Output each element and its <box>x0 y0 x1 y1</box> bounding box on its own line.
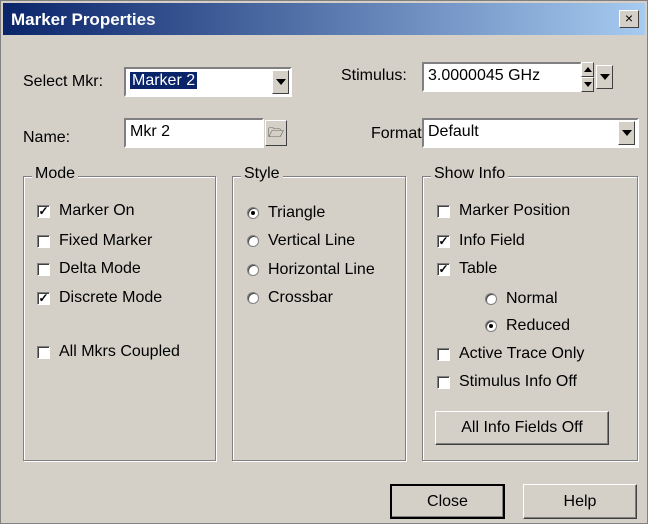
select-mkr-dropdown[interactable]: Marker 2 <box>124 67 292 97</box>
stimulus-chevron-down-icon[interactable] <box>596 65 613 89</box>
format-chevron-down-icon[interactable] <box>618 121 635 145</box>
checkbox-unchecked[interactable] <box>37 234 50 248</box>
stimulus-spinner[interactable] <box>581 62 594 92</box>
close-button[interactable]: Close <box>390 484 505 519</box>
checkbox-unchecked[interactable] <box>437 347 450 361</box>
checkbox-fixed-marker[interactable]: Fixed Marker <box>37 232 152 250</box>
spinner-down-icon[interactable] <box>581 77 594 92</box>
help-button[interactable]: Help <box>523 484 637 519</box>
checkbox-unchecked[interactable] <box>437 204 450 218</box>
spinner-up-icon[interactable] <box>581 62 594 77</box>
checkbox-checked[interactable]: ✓ <box>437 262 450 276</box>
checkbox-marker-on[interactable]: ✓ Marker On <box>37 202 135 220</box>
style-group-title: Style <box>241 165 283 183</box>
radio-triangle[interactable]: Triangle <box>247 204 325 222</box>
name-label: Name: <box>23 129 71 146</box>
stimulus-label: Stimulus: <box>341 67 407 84</box>
format-dropdown[interactable]: Default <box>422 118 639 148</box>
folder-icon[interactable]: 🗁 <box>265 120 287 146</box>
radio-horizontal-line[interactable]: Horizontal Line <box>247 261 375 279</box>
radio-reduced[interactable]: Reduced <box>485 317 570 335</box>
select-mkr-chevron-down-icon[interactable] <box>272 70 289 94</box>
checkbox-checked[interactable]: ✓ <box>37 204 50 218</box>
checkbox-checked[interactable]: ✓ <box>37 291 50 305</box>
checkbox-checked[interactable]: ✓ <box>437 234 450 248</box>
checkbox-unchecked[interactable] <box>437 375 450 389</box>
checkbox-table[interactable]: ✓ Table <box>437 260 497 278</box>
select-mkr-label: Select Mkr: <box>23 73 104 90</box>
name-input[interactable]: Mkr 2 <box>124 118 264 148</box>
checkbox-stimulus-info-off[interactable]: Stimulus Info Off <box>437 373 577 391</box>
checkbox-active-trace-only[interactable]: Active Trace Only <box>437 345 584 363</box>
radio-unselected[interactable] <box>247 264 259 276</box>
show-info-group-title: Show Info <box>431 165 509 183</box>
checkbox-marker-position[interactable]: Marker Position <box>437 202 570 220</box>
checkbox-delta-mode[interactable]: Delta Mode <box>37 260 141 278</box>
radio-crossbar[interactable]: Crossbar <box>247 289 333 307</box>
checkbox-unchecked[interactable] <box>37 345 50 359</box>
stimulus-input[interactable]: 3.0000045 GHz <box>422 62 582 92</box>
window-title: Marker Properties <box>11 10 156 29</box>
checkbox-unchecked[interactable] <box>37 262 50 276</box>
checkbox-discrete-mode[interactable]: ✓ Discrete Mode <box>37 289 162 307</box>
radio-unselected[interactable] <box>247 292 259 304</box>
marker-properties-dialog: Marker Properties × Select Mkr: Marker 2… <box>0 0 648 524</box>
radio-selected[interactable] <box>247 207 259 219</box>
select-mkr-value: Marker 2 <box>130 72 198 89</box>
radio-vertical-line[interactable]: Vertical Line <box>247 232 355 250</box>
radio-unselected[interactable] <box>485 293 497 305</box>
all-info-fields-off-button[interactable]: All Info Fields Off <box>435 411 609 445</box>
close-icon[interactable]: × <box>619 10 639 28</box>
mode-group-title: Mode <box>32 165 79 183</box>
radio-selected[interactable] <box>485 320 497 332</box>
format-label: Format: <box>371 125 427 142</box>
checkbox-all-mkrs-coupled[interactable]: All Mkrs Coupled <box>37 343 180 361</box>
title-bar[interactable]: Marker Properties × <box>3 3 645 35</box>
radio-normal[interactable]: Normal <box>485 290 558 308</box>
checkbox-info-field[interactable]: ✓ Info Field <box>437 232 525 250</box>
radio-unselected[interactable] <box>247 235 259 247</box>
